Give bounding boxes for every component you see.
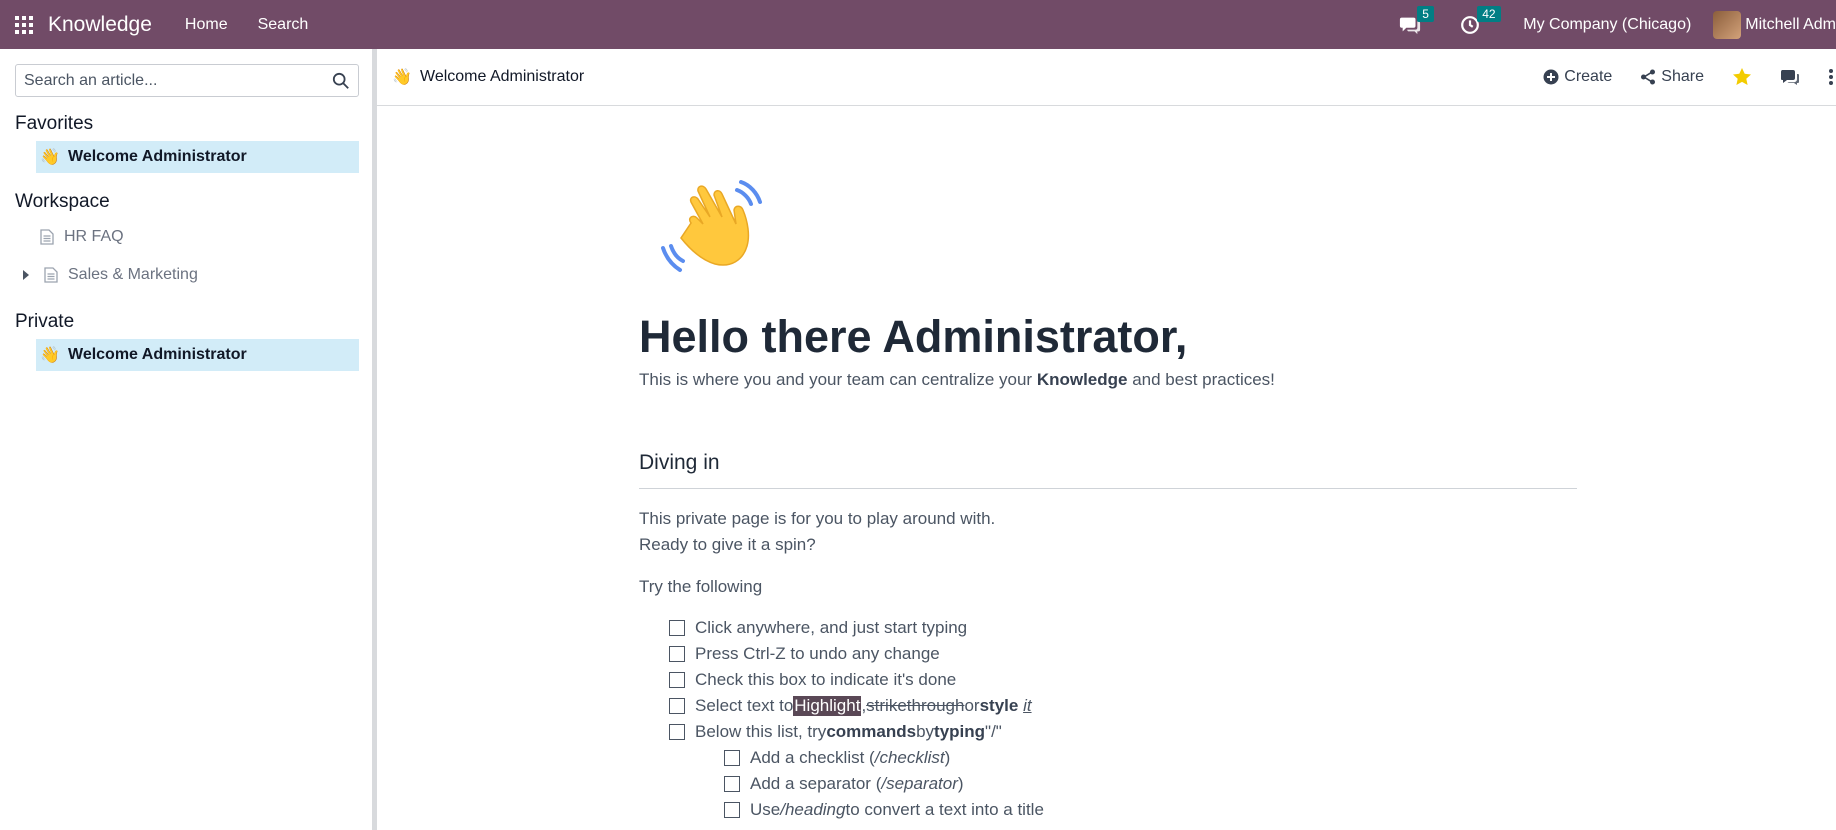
plus-circle-icon xyxy=(1543,69,1559,85)
activities-button[interactable]: 42 xyxy=(1459,5,1501,36)
checkbox[interactable] xyxy=(669,646,685,662)
wave-emoji-icon: 👋 xyxy=(40,347,60,364)
chatter-icon[interactable] xyxy=(1780,67,1800,87)
workspace-item-label: HR FAQ xyxy=(64,228,124,245)
checkbox[interactable] xyxy=(669,620,685,636)
nav-home[interactable]: Home xyxy=(170,16,243,34)
paragraph: Try the following xyxy=(639,577,763,596)
more-options-icon[interactable] xyxy=(1828,68,1834,86)
checklist-item: Click anywhere, and just start typing xyxy=(669,618,967,638)
user-name: Mitchell Adm xyxy=(1745,15,1836,33)
share-button[interactable]: Share xyxy=(1640,68,1704,86)
checkbox[interactable] xyxy=(669,672,685,688)
separator xyxy=(639,488,1577,489)
paragraph: This private page is for you to play aro… xyxy=(639,509,996,528)
user-menu[interactable]: Mitchell Adm xyxy=(1713,10,1836,39)
checkbox[interactable] xyxy=(724,802,740,818)
app-name[interactable]: Knowledge xyxy=(48,13,152,37)
waving-hand-icon xyxy=(661,180,762,272)
workspace-title: Workspace xyxy=(15,191,110,212)
article-heading: Hello there Administrator, xyxy=(639,311,1188,362)
wave-emoji-icon: 👋 xyxy=(392,69,412,86)
caret-right-icon[interactable] xyxy=(20,269,32,281)
workspace-item-sales-marketing[interactable]: Sales & Marketing xyxy=(20,259,198,291)
private-item-label: Welcome Administrator xyxy=(68,346,247,363)
workspace-item-hr-faq[interactable]: HR FAQ xyxy=(40,221,124,253)
article-title[interactable]: Welcome Administrator xyxy=(420,68,584,86)
checkbox[interactable] xyxy=(724,750,740,766)
checklist-item: Press Ctrl-Z to undo any change xyxy=(669,644,940,664)
apps-menu-icon[interactable] xyxy=(0,0,48,49)
create-label: Create xyxy=(1564,68,1613,85)
messages-badge: 5 xyxy=(1417,5,1434,22)
paragraph: Ready to give it a spin? xyxy=(639,535,816,554)
favorite-item-welcome[interactable]: 👋 Welcome Administrator xyxy=(36,141,359,173)
search-input[interactable] xyxy=(24,71,332,90)
document-icon xyxy=(44,267,58,283)
checklist-subitem: Add a checklist (/checklist) xyxy=(724,748,950,768)
article-search[interactable] xyxy=(15,64,359,97)
favorites-title: Favorites xyxy=(15,113,94,134)
checklist-subitem: Add a separator (/separator) xyxy=(724,774,964,794)
activities-badge: 42 xyxy=(1477,5,1501,22)
workspace-item-label: Sales & Marketing xyxy=(68,266,198,283)
breadcrumb: 👋 Welcome Administrator xyxy=(392,67,584,87)
article-intro: This is where you and your team can cent… xyxy=(639,370,1275,389)
avatar xyxy=(1713,10,1742,39)
wave-emoji-icon: 👋 xyxy=(40,149,60,166)
document-icon xyxy=(40,229,54,245)
sidebar: Favorites 👋 Welcome Administrator Worksp… xyxy=(0,49,373,830)
section-heading: Diving in xyxy=(639,451,720,474)
sidebar-resize-handle[interactable] xyxy=(373,49,377,830)
create-button[interactable]: Create xyxy=(1543,68,1612,86)
checkbox[interactable] xyxy=(669,724,685,740)
star-icon[interactable] xyxy=(1732,67,1752,87)
messages-button[interactable]: 5 xyxy=(1399,5,1434,36)
share-icon xyxy=(1641,69,1656,85)
nav-search[interactable]: Search xyxy=(243,16,324,34)
private-item-welcome[interactable]: 👋 Welcome Administrator xyxy=(36,339,359,371)
share-label: Share xyxy=(1661,68,1704,85)
company-switcher[interactable]: My Company (Chicago) xyxy=(1523,16,1691,34)
checklist-item: Select text to Highlight, strikethrough … xyxy=(669,696,1032,716)
checklist-item: Below this list, try commands by typing … xyxy=(669,722,1002,742)
article-header: 👋 Welcome Administrator Create Share xyxy=(377,49,1836,106)
favorite-item-label: Welcome Administrator xyxy=(68,148,247,165)
checklist-item: Check this box to indicate it's done xyxy=(669,670,956,690)
checklist-subitem: Use /heading to convert a text into a ti… xyxy=(724,800,1044,820)
search-icon[interactable] xyxy=(332,72,350,90)
top-navbar: Knowledge Home Search 5 42 My Company (C… xyxy=(0,0,1836,49)
checkbox[interactable] xyxy=(669,698,685,714)
checkbox[interactable] xyxy=(724,776,740,792)
private-title: Private xyxy=(15,311,75,332)
